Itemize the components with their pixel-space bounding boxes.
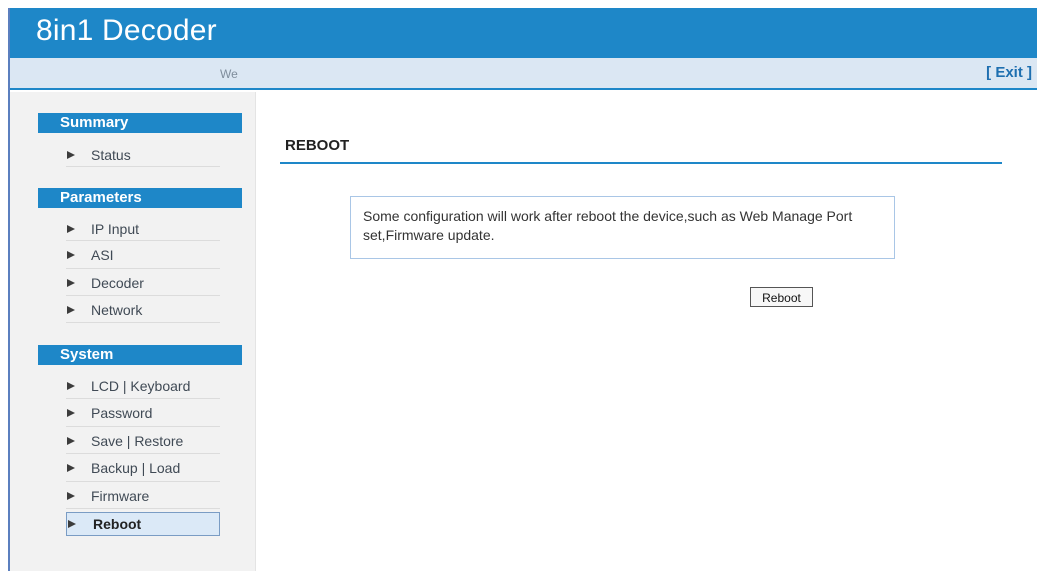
content-divider	[255, 92, 256, 571]
section-summary: Summary	[38, 113, 242, 133]
section-parameters: Parameters	[38, 188, 242, 208]
sidebar-item-reboot[interactable]: Reboot	[66, 512, 220, 536]
arrow-right-icon	[67, 251, 75, 259]
page-title: REBOOT	[285, 137, 350, 154]
arrow-right-icon	[67, 409, 75, 417]
arrow-right-icon	[67, 306, 75, 314]
app-title: 8in1 Decoder	[36, 14, 217, 47]
sidebar-item-asi[interactable]: ASI	[66, 241, 220, 269]
arrow-right-icon	[67, 437, 75, 445]
sidebar-item-label: Network	[91, 302, 143, 318]
sidebar-item-decoder[interactable]: Decoder	[66, 269, 220, 296]
arrow-right-icon	[67, 151, 75, 159]
sidebar-item-ip-input[interactable]: IP Input	[66, 215, 220, 241]
app-header: 8in1 Decoder	[10, 8, 1037, 58]
title-divider	[280, 162, 1002, 164]
sidebar-item-backup-load[interactable]: Backup | Load	[66, 454, 220, 482]
sidebar-item-label: Password	[91, 405, 153, 421]
arrow-right-icon	[67, 464, 75, 472]
sidebar-item-label: LCD | Keyboard	[91, 378, 191, 394]
sidebar-item-label: Save | Restore	[91, 433, 184, 449]
arrow-right-icon	[68, 520, 76, 528]
exit-link[interactable]: [ Exit ]	[986, 64, 1032, 81]
sidebar-item-network[interactable]: Network	[66, 296, 220, 323]
sidebar-item-label: ASI	[91, 247, 114, 263]
sidebar-item-label: Firmware	[91, 488, 150, 504]
sidebar-item-save-restore[interactable]: Save | Restore	[66, 427, 220, 454]
sidebar-item-label: Backup | Load	[91, 460, 181, 476]
sidebar-item-lcd-keyboard[interactable]: LCD | Keyboard	[66, 372, 220, 399]
sidebar-item-label: Reboot	[93, 516, 142, 532]
sidebar-item-status[interactable]: Status	[66, 141, 220, 167]
section-system: System	[38, 345, 242, 365]
arrow-right-icon	[67, 279, 75, 287]
welcome-text: We	[220, 67, 238, 81]
sidebar-item-password[interactable]: Password	[66, 399, 220, 427]
sub-header-bar: We [ Exit ]	[10, 58, 1037, 90]
sidebar-item-firmware[interactable]: Firmware	[66, 482, 220, 509]
sidebar-item-label: Status	[91, 147, 131, 163]
reboot-button[interactable]: Reboot	[750, 287, 813, 307]
arrow-right-icon	[67, 225, 75, 233]
arrow-right-icon	[67, 382, 75, 390]
sidebar-nav: Summary Status Parameters IP Input ASI D…	[38, 113, 242, 536]
arrow-right-icon	[67, 492, 75, 500]
sidebar-item-label: Decoder	[91, 275, 144, 291]
reboot-notice: Some configuration will work after reboo…	[350, 196, 895, 259]
